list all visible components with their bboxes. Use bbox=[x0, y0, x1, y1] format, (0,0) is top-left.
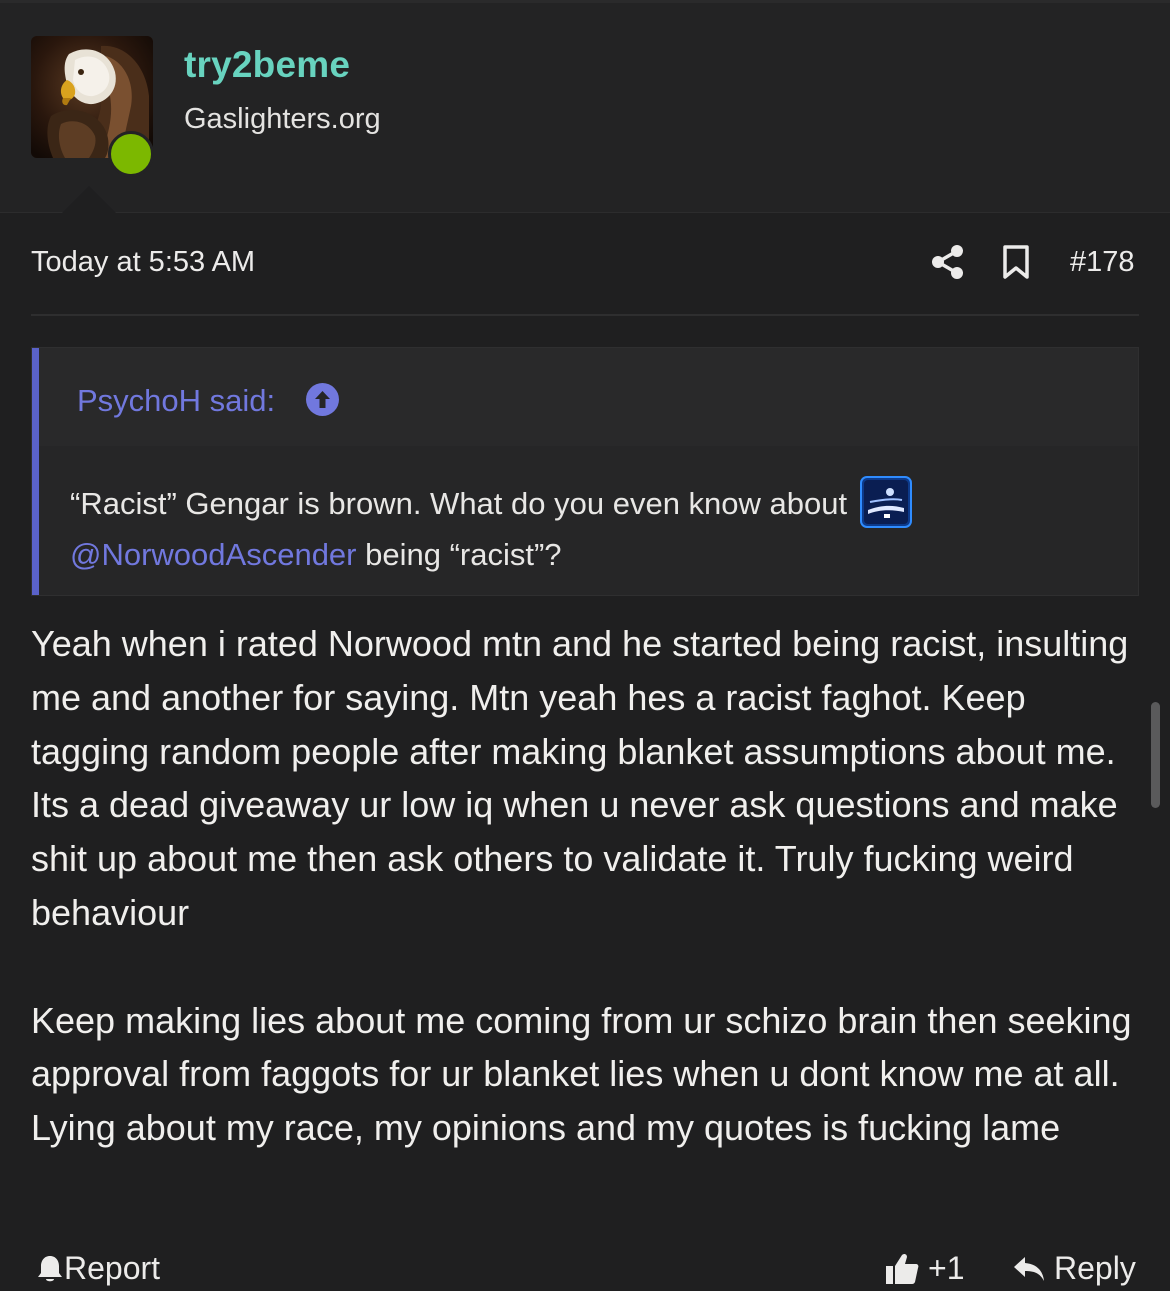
post-header: try2beme Gaslighters.org bbox=[0, 0, 1170, 213]
bookmark-icon[interactable] bbox=[1001, 244, 1031, 280]
scrollbar[interactable] bbox=[1151, 702, 1160, 808]
reply-arrow-icon bbox=[1014, 1256, 1044, 1281]
like-count: +1 bbox=[928, 1250, 965, 1286]
post-paragraph: Yeah when i rated Norwood mtn and he sta… bbox=[31, 623, 1129, 933]
bell-icon bbox=[38, 1255, 62, 1281]
user-title: Gaslighters.org bbox=[184, 103, 381, 135]
post-paragraph: Keep making lies about me coming from ur… bbox=[31, 999, 1132, 1149]
quote-text: “Racist” Gengar is brown. What do you ev… bbox=[70, 476, 1120, 580]
username[interactable]: try2beme bbox=[184, 44, 350, 86]
reply-button[interactable]: Reply bbox=[1012, 1250, 1136, 1287]
report-button[interactable]: Report bbox=[36, 1250, 160, 1287]
post-content: Yeah when i rated Norwood mtn and he sta… bbox=[31, 617, 1141, 1155]
report-label: Report bbox=[64, 1250, 161, 1286]
arrow-up-icon[interactable] bbox=[306, 383, 339, 416]
header-pointer bbox=[62, 186, 116, 213]
quote-bar bbox=[32, 348, 39, 595]
quote-text-before: “Racist” Gengar is brown. What do you ev… bbox=[70, 486, 848, 521]
gengar-emoji-icon bbox=[859, 476, 912, 528]
user-mention-link[interactable]: @NorwoodAscender bbox=[70, 537, 357, 572]
like-button[interactable]: +1 bbox=[884, 1250, 964, 1287]
share-icon[interactable] bbox=[931, 244, 965, 280]
post-date[interactable]: Today at 5:53 AM bbox=[31, 246, 255, 279]
divider bbox=[31, 314, 1139, 316]
quote-header: PsychoH said: bbox=[39, 348, 1138, 446]
quote-text-after: being “racist”? bbox=[365, 537, 562, 572]
post-number[interactable]: #178 bbox=[1070, 246, 1135, 279]
reply-label: Reply bbox=[1054, 1250, 1136, 1286]
online-status-indicator bbox=[108, 131, 154, 177]
quote-block: PsychoH said: “Racist” Gengar is brown. … bbox=[31, 347, 1139, 596]
header-border bbox=[0, 0, 1170, 3]
thumbs-up-icon bbox=[886, 1253, 919, 1284]
quote-author[interactable]: PsychoH said: bbox=[77, 383, 275, 419]
